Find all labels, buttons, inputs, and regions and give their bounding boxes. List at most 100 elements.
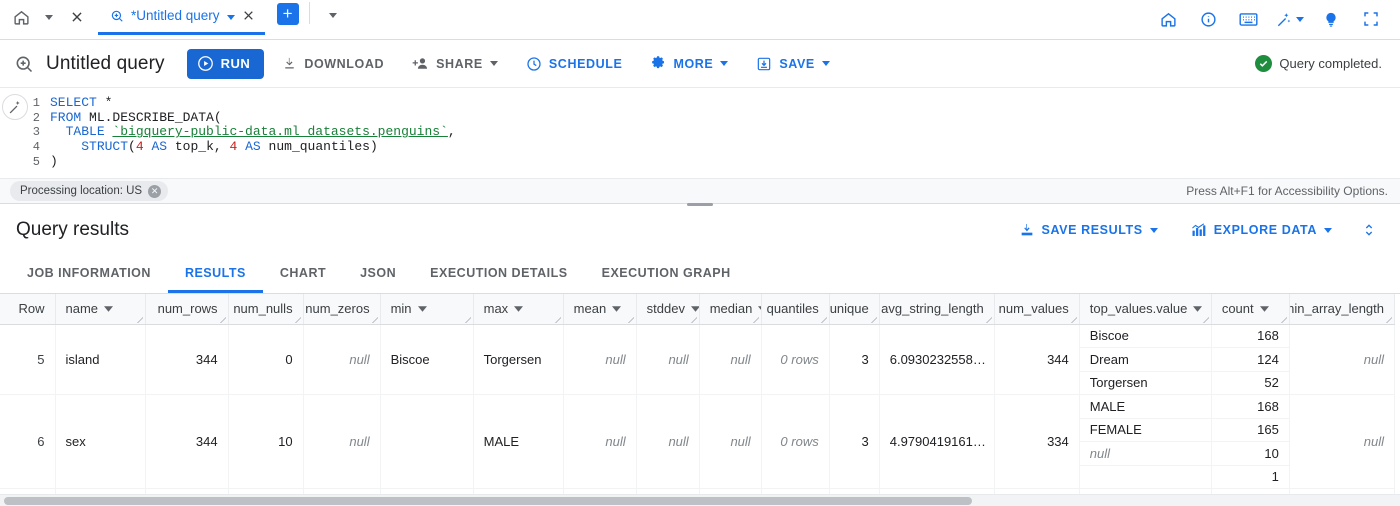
cell-count[interactable]: 168 bbox=[1211, 394, 1290, 419]
column-resize-grip[interactable] bbox=[1280, 316, 1287, 323]
cell-top-values-value[interactable]: Dream bbox=[1079, 347, 1212, 372]
cell-count[interactable]: 10 bbox=[1211, 441, 1290, 466]
cell-num_nulls[interactable]: 10 bbox=[228, 394, 304, 489]
cell-row[interactable]: 6 bbox=[0, 394, 56, 489]
column-header-top-values-value[interactable]: top_values.value bbox=[1079, 294, 1212, 325]
cell-min[interactable]: Biscoe bbox=[380, 323, 474, 395]
cell-count[interactable]: 168 bbox=[1211, 323, 1290, 348]
cell-top-values-value[interactable]: Torgersen bbox=[1079, 371, 1212, 395]
close-icon[interactable] bbox=[64, 4, 90, 30]
column-header-min[interactable]: min bbox=[380, 294, 474, 325]
cell-count[interactable]: 165 bbox=[1211, 418, 1290, 442]
cell-median[interactable]: null bbox=[699, 394, 762, 489]
column-sort-caret-icon[interactable] bbox=[1259, 306, 1269, 312]
sql-code-body[interactable]: 1 SELECT * 2 FROM ML.DESCRIBE_DATA(3 TABLE … bbox=[0, 88, 1400, 169]
add-tab-caret-icon[interactable] bbox=[320, 2, 346, 28]
column-sort-caret-icon[interactable] bbox=[514, 306, 524, 312]
cell-min[interactable] bbox=[380, 394, 474, 489]
share-caret-icon[interactable] bbox=[489, 61, 498, 66]
save-results-button[interactable]: SAVE RESULTS bbox=[1009, 213, 1168, 247]
cell-avg_string_length[interactable]: 4.9790419161… bbox=[879, 394, 995, 489]
save-results-caret-icon[interactable] bbox=[1149, 227, 1158, 233]
column-resize-grip[interactable] bbox=[752, 316, 759, 323]
tab-job-information[interactable]: JOB INFORMATION bbox=[10, 256, 168, 293]
cell-name[interactable]: island bbox=[55, 323, 146, 395]
schedule-button[interactable]: SCHEDULE bbox=[516, 47, 633, 81]
tab-execution-details[interactable]: EXECUTION DETAILS bbox=[413, 256, 584, 293]
horizontal-scrollbar[interactable] bbox=[0, 494, 1400, 506]
more-caret-icon[interactable] bbox=[720, 61, 729, 66]
query-tab[interactable]: *Untitled query bbox=[98, 0, 265, 35]
column-header-stddev[interactable]: stddev bbox=[636, 294, 700, 325]
column-header-median[interactable]: median bbox=[699, 294, 762, 325]
column-header-mean[interactable]: mean bbox=[563, 294, 637, 325]
cell-median[interactable]: null bbox=[699, 323, 762, 395]
cell-min-array-length[interactable]: null bbox=[1289, 394, 1396, 489]
column-resize-grip[interactable] bbox=[820, 316, 827, 323]
cell-top-values-value[interactable]: FEMALE bbox=[1079, 418, 1212, 442]
cell-top-values-value[interactable] bbox=[1079, 465, 1212, 489]
magic-wand-icon[interactable] bbox=[1275, 6, 1304, 32]
fullscreen-icon[interactable] bbox=[1358, 6, 1384, 32]
tab-chart[interactable]: CHART bbox=[263, 256, 343, 293]
results-table-container[interactable]: Row name num_rows num_nulls num_zeros min max m… bbox=[0, 294, 1400, 506]
column-header-num-rows[interactable]: num_rows bbox=[145, 294, 229, 325]
save-button[interactable]: SAVE bbox=[746, 47, 840, 81]
column-resize-grip[interactable] bbox=[627, 316, 634, 323]
query-tab-close-icon[interactable] bbox=[242, 9, 255, 22]
download-button[interactable]: DOWNLOAD bbox=[272, 47, 394, 81]
cell-num_values[interactable]: 344 bbox=[994, 323, 1080, 395]
cell-num_rows[interactable]: 344 bbox=[145, 394, 229, 489]
cell-num_zeros[interactable]: null bbox=[303, 394, 381, 489]
save-caret-icon[interactable] bbox=[821, 61, 830, 66]
column-sort-caret-icon[interactable] bbox=[612, 306, 622, 312]
cell-top-values-value[interactable]: null bbox=[1079, 441, 1212, 466]
close-icon[interactable]: ✕ bbox=[148, 184, 162, 198]
add-tab-button[interactable]: + bbox=[276, 2, 299, 25]
cell-top-values-value[interactable]: Biscoe bbox=[1079, 323, 1212, 348]
home-dropdown-caret-icon[interactable] bbox=[36, 4, 62, 30]
column-resize-grip[interactable] bbox=[219, 316, 226, 323]
column-resize-grip[interactable] bbox=[464, 316, 471, 323]
column-resize-grip[interactable] bbox=[136, 316, 143, 323]
cell-stddev[interactable]: null bbox=[636, 323, 700, 395]
cell-mean[interactable]: null bbox=[563, 323, 637, 395]
sql-editor[interactable]: 1 SELECT * 2 FROM ML.DESCRIBE_DATA(3 TABLE … bbox=[0, 88, 1400, 178]
cell-max[interactable]: Torgersen bbox=[473, 323, 564, 395]
cell-unique[interactable]: 3 bbox=[829, 394, 880, 489]
column-sort-caret-icon[interactable] bbox=[104, 306, 114, 312]
column-sort-caret-icon[interactable] bbox=[1193, 306, 1203, 312]
column-resize-grip[interactable] bbox=[371, 316, 378, 323]
column-resize-grip[interactable] bbox=[1385, 316, 1392, 323]
cell-unique[interactable]: 3 bbox=[829, 323, 880, 395]
expand-collapse-icon[interactable] bbox=[1356, 217, 1382, 243]
column-header-name[interactable]: name bbox=[55, 294, 146, 325]
column-sort-caret-icon[interactable] bbox=[417, 306, 427, 312]
more-button[interactable]: MORE bbox=[640, 47, 738, 81]
cell-stddev[interactable]: null bbox=[636, 394, 700, 489]
code-text[interactable]: STRUCT(4 AS top_k, 4 AS num_quantiles) bbox=[50, 139, 378, 155]
column-header-count[interactable]: count bbox=[1211, 294, 1290, 325]
processing-location-chip[interactable]: Processing location: US ✕ bbox=[10, 181, 169, 201]
horizontal-scrollbar-thumb[interactable] bbox=[4, 497, 972, 505]
column-resize-grip[interactable] bbox=[1070, 316, 1077, 323]
lightbulb-icon[interactable] bbox=[1318, 6, 1344, 32]
share-button[interactable]: SHARE bbox=[402, 47, 508, 81]
code-text[interactable]: ) bbox=[50, 154, 58, 170]
cell-num_rows[interactable]: 344 bbox=[145, 323, 229, 395]
editor-resize-handle[interactable] bbox=[687, 203, 713, 206]
info-icon[interactable] bbox=[1195, 6, 1221, 32]
run-button[interactable]: RUN bbox=[186, 48, 265, 79]
cell-count[interactable]: 52 bbox=[1211, 371, 1290, 395]
column-resize-grip[interactable] bbox=[1202, 316, 1209, 323]
table-row[interactable]: 5 island 344 0 null Biscoe Torgersen null null nu… bbox=[0, 323, 1396, 395]
column-header-num-zeros[interactable]: num_zeros bbox=[303, 294, 381, 325]
cell-num_values[interactable]: 334 bbox=[994, 394, 1080, 489]
cell-top-values-value[interactable]: MALE bbox=[1079, 394, 1212, 419]
column-header-num-nulls[interactable]: num_nulls bbox=[228, 294, 304, 325]
explore-data-caret-icon[interactable] bbox=[1324, 227, 1332, 233]
column-resize-grip[interactable] bbox=[985, 316, 992, 323]
code-text[interactable]: SELECT * bbox=[50, 95, 112, 111]
tab-results[interactable]: RESULTS bbox=[167, 256, 263, 293]
column-header-avg-string-length[interactable]: avg_string_length bbox=[879, 294, 995, 325]
